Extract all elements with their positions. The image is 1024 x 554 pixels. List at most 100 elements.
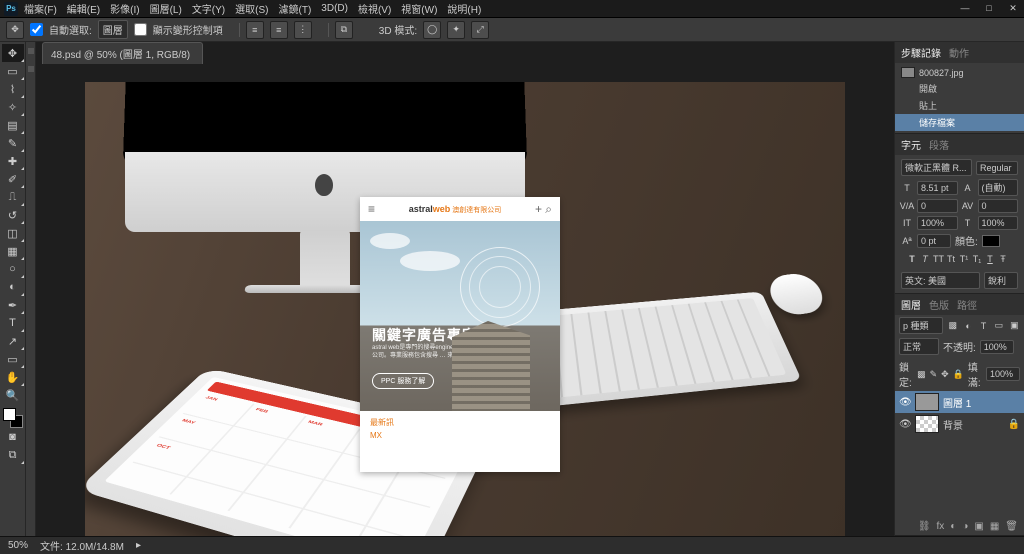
show-transform-checkbox[interactable] [134,23,147,36]
heal-tool[interactable]: ✚ [2,152,24,170]
mode-3d-icon1[interactable]: ◯ [423,21,441,39]
hscale-field[interactable]: 100% [978,216,1019,230]
bold-button[interactable]: T [907,254,917,266]
doc-info[interactable]: 文件: 12.0M/14.8M [40,538,124,553]
align-icon[interactable]: ≡ [246,21,264,39]
menu-layer[interactable]: 圖層(L) [150,1,182,16]
mode-3d-icon2[interactable]: ✦ [447,21,465,39]
doc-info-chevron-icon[interactable]: ▸ [136,540,141,551]
align-icon-2[interactable]: ≡ [270,21,288,39]
menu-edit[interactable]: 編輯(E) [67,1,100,16]
layer-style-button[interactable]: fx [937,521,945,532]
filter-adjust-icon[interactable]: ◐ [962,320,973,332]
smallcaps-button[interactable]: Tt [946,254,956,266]
path-tool[interactable]: ↗ [2,332,24,350]
zoom-tool[interactable]: 🔍 [2,386,24,404]
dodge-tool[interactable]: ◐ [2,278,24,296]
new-layer-button[interactable]: ▦ [990,521,999,532]
visibility-toggle[interactable]: 👁 [899,419,911,430]
baseline-field[interactable]: 0 pt [917,234,951,248]
tab-paths[interactable]: 路徑 [957,297,977,312]
fill-field[interactable]: 100% [986,367,1020,381]
language-field[interactable]: 英文: 美國 [901,272,980,289]
menu-help[interactable]: 說明(H) [447,1,481,16]
window-close-button[interactable]: ✕ [1006,3,1020,14]
gradient-tool[interactable]: ▦ [2,242,24,260]
history-step[interactable]: 貼上 [895,97,1024,114]
allcaps-button[interactable]: TT [933,254,943,266]
lasso-tool[interactable]: ⌇ [2,80,24,98]
filter-image-icon[interactable]: ▩ [947,320,958,332]
menu-image[interactable]: 影像(I) [110,1,139,16]
tab-history[interactable]: 步驟記錄 [901,45,941,60]
collapsed-panel-icon[interactable] [28,66,34,72]
wand-tool[interactable]: ✧ [2,98,24,116]
link-layers-button[interactable]: ⛓ [918,521,931,532]
color-swatches[interactable] [3,408,23,428]
pen-tool[interactable]: ✒ [2,296,24,314]
screenmode-toggle[interactable]: ⧉ [2,446,24,464]
window-maximize-button[interactable]: □ [982,3,996,14]
lock-transparent-icon[interactable]: ▩ [917,368,926,380]
layer-row[interactable]: 👁 圖層 1 [895,391,1024,413]
quickmask-toggle[interactable]: ◙ [2,428,24,446]
menu-3d[interactable]: 3D(D) [321,3,348,14]
blur-tool[interactable]: ○ [2,260,24,278]
move-tool-icon[interactable]: ✥ [6,21,24,39]
brush-tool[interactable]: ✐ [2,170,24,188]
stamp-tool[interactable]: ⎍ [2,188,24,206]
marquee-tool[interactable]: ▭ [2,62,24,80]
auto-select-target[interactable]: 圖層 [98,20,128,39]
collapsed-panel-icon[interactable] [28,48,34,54]
menu-select[interactable]: 選取(S) [235,1,268,16]
adjustment-layer-button[interactable]: ◑ [962,521,968,532]
text-color-swatch[interactable] [982,235,1000,247]
layer-name[interactable]: 背景 [943,417,963,432]
subscript-button[interactable]: T₁ [972,254,982,266]
history-step-current[interactable]: 儲存檔案 [895,114,1024,131]
move-tool[interactable]: ✥ [2,44,24,62]
layer-kind-filter[interactable]: p 種類 [899,317,943,334]
collapsed-panel-strip[interactable] [26,42,36,536]
menu-window[interactable]: 視窗(W) [401,1,437,16]
arrange-icon[interactable]: ⧉ [335,21,353,39]
italic-button[interactable]: T [920,254,930,266]
menu-file[interactable]: 檔案(F) [24,1,57,16]
superscript-button[interactable]: T¹ [959,254,969,266]
tab-character[interactable]: 字元 [901,137,921,152]
history-source[interactable]: 800827.jpg [895,65,1024,80]
visibility-toggle[interactable]: 👁 [899,397,911,408]
mode-3d-icon3[interactable]: ⤢ [471,21,489,39]
history-brush-tool[interactable]: ↺ [2,206,24,224]
tab-actions[interactable]: 動作 [949,45,969,60]
filter-type-icon[interactable]: T [978,320,989,332]
blend-mode-field[interactable]: 正常 [899,338,939,355]
font-family-field[interactable]: 微軟正黑體 R... [901,159,972,176]
auto-select-checkbox[interactable] [30,23,43,36]
opacity-field[interactable]: 100% [980,340,1014,354]
distribute-icon[interactable]: ⋮ [294,21,312,39]
tab-channels[interactable]: 色版 [929,297,949,312]
kerning-field[interactable]: 0 [917,199,958,213]
filter-smart-icon[interactable]: ▣ [1009,320,1020,332]
menu-view[interactable]: 檢視(V) [358,1,391,16]
lock-move-icon[interactable]: ✥ [941,368,949,380]
eyedropper-tool[interactable]: ✎ [2,134,24,152]
layer-mask-button[interactable]: ◐ [950,521,956,532]
menu-type[interactable]: 文字(Y) [192,1,225,16]
type-tool[interactable]: T [2,314,24,332]
underline-button[interactable]: T [985,254,995,266]
vscale-field[interactable]: 100% [917,216,958,230]
delete-layer-button[interactable]: 🗑 [1005,521,1018,532]
lock-paint-icon[interactable]: ✎ [930,368,938,380]
leading-field[interactable]: (自動) [978,179,1019,196]
group-button[interactable]: ▣ [974,521,983,532]
shape-tool[interactable]: ▭ [2,350,24,368]
menu-filter[interactable]: 濾鏡(T) [279,1,312,16]
tab-layers[interactable]: 圖層 [901,297,921,312]
canvas[interactable]: JAN FEB MAR MAY OCT ≡ astralweb澳創達有限公司 [85,82,845,536]
tab-paragraph[interactable]: 段落 [929,137,949,152]
tracking-field[interactable]: 0 [978,199,1019,213]
filter-shape-icon[interactable]: ▭ [993,320,1004,332]
eraser-tool[interactable]: ◫ [2,224,24,242]
